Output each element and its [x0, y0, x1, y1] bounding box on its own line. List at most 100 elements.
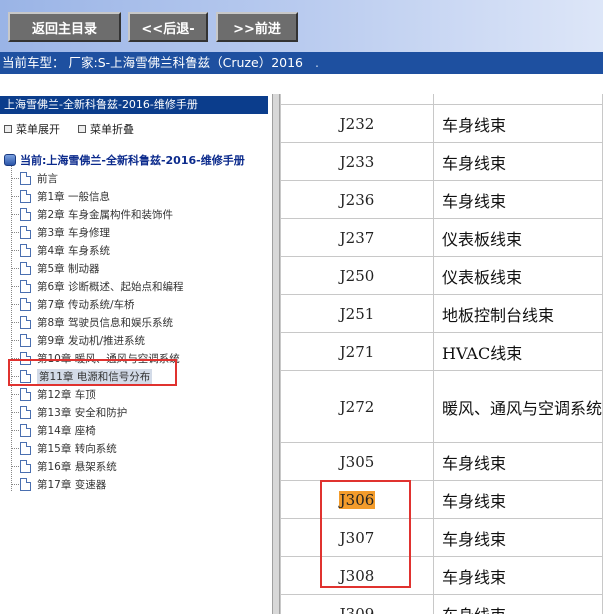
tree-item[interactable]: 第13章 安全和防护: [11, 404, 127, 421]
expand-icon: [4, 125, 12, 133]
collapse-menu-button[interactable]: 菜单折叠: [78, 121, 134, 137]
table-row: J251 地板控制台线束: [280, 294, 603, 333]
harness-description: 仪表板线束: [432, 256, 603, 295]
tree-branch-line: [11, 394, 19, 395]
tree-branch-line: [11, 358, 19, 359]
tree-item[interactable]: 前言: [11, 170, 58, 187]
table-row: J233 车身线束: [280, 142, 603, 181]
tree-item[interactable]: 第10章 暖风、通风与空调系统: [11, 350, 180, 367]
document-icon: [20, 370, 31, 383]
table-row: J271 HVAC线束: [280, 332, 603, 371]
connector-code: J232: [339, 114, 375, 133]
table-row: J250 仪表板线束: [280, 256, 603, 295]
connector-code: J271: [339, 342, 375, 361]
tree-item-label: 第3章 车身修理: [37, 227, 111, 239]
document-icon: [20, 190, 31, 203]
connector-code-cell: J232: [280, 104, 434, 143]
manual-tree-panel: 上海雪佛兰-全新科鲁兹-2016-维修手册 菜单展开 菜单折叠 当前:上海雪佛兰…: [0, 94, 272, 614]
harness-description: 车身线束: [432, 142, 603, 181]
panel-splitter[interactable]: [272, 94, 280, 614]
document-icon: [20, 334, 31, 347]
table-row: J307 车身线束: [280, 518, 603, 557]
document-icon: [20, 172, 31, 185]
tree-item[interactable]: 第12章 车顶: [11, 386, 96, 403]
tree-item[interactable]: 第2章 车身金属构件和装饰件: [11, 206, 173, 223]
table-row: [280, 94, 603, 105]
document-icon: [20, 244, 31, 257]
table-row: J237 仪表板线束: [280, 218, 603, 257]
tree-item-label: 第6章 诊断概述、起始点和编程: [37, 281, 184, 293]
vehicle-value: 厂家:S-上海雪佛兰科鲁兹（Cruze）2016: [68, 55, 304, 70]
document-icon: [20, 208, 31, 221]
tree-item[interactable]: 第11章 电源和信号分布: [11, 368, 153, 385]
tree-branch-line: [11, 196, 19, 197]
tree-item-label: 第17章 变速器: [37, 479, 107, 491]
tree-item-label: 第10章 暖风、通风与空调系统: [37, 353, 180, 365]
back-button[interactable]: <<后退-: [128, 12, 208, 42]
tree-item[interactable]: 第16章 悬架系统: [11, 458, 117, 475]
connector-code-cell: J236: [280, 180, 434, 219]
connector-table-panel: J232 车身线束 J233 车身线束 J236 车身线束 J237 仪表板线束 J250 仪表板…: [280, 94, 603, 614]
connector-code: J233: [339, 152, 375, 171]
tree-branch-line: [11, 214, 19, 215]
document-icon: [20, 226, 31, 239]
connector-code: J236: [339, 190, 375, 209]
tree-item[interactable]: 第17章 变速器: [11, 476, 106, 493]
tree-item[interactable]: 第4章 车身系统: [11, 242, 110, 259]
tree-item[interactable]: 第9章 发动机/推进系统: [11, 332, 145, 349]
tree-branch-line: [11, 178, 19, 179]
current-vehicle-bar: 当前车型： 厂家:S-上海雪佛兰科鲁兹（Cruze）2016 .: [0, 52, 603, 74]
tree-branch-line: [11, 286, 19, 287]
tree-branch-line: [11, 484, 19, 485]
tree-item[interactable]: 第3章 车身修理: [11, 224, 110, 241]
tree-branch-line: [11, 322, 19, 323]
harness-description: 车身线束: [432, 442, 603, 481]
harness-description: 暖风、通风与空调系统: [432, 370, 603, 443]
tree-item[interactable]: 第15章 转向系统: [11, 440, 117, 457]
harness-description: 车身线束: [432, 518, 603, 557]
tree-item[interactable]: 第6章 诊断概述、起始点和编程: [11, 278, 184, 295]
connector-code-cell: J308: [280, 556, 434, 595]
forward-button[interactable]: >>前进: [216, 12, 298, 42]
expand-menu-button[interactable]: 菜单展开: [4, 121, 60, 137]
table-row: J308 车身线束: [280, 556, 603, 595]
tree-item[interactable]: 第7章 传动系统/车桥: [11, 296, 135, 313]
tree-branch-line: [11, 250, 19, 251]
tree-branch-line: [11, 304, 19, 305]
tree-item-label: 第13章 安全和防护: [37, 407, 128, 419]
connector-code: J272: [339, 397, 375, 416]
tree-item-label: 第15章 转向系统: [37, 443, 117, 455]
connector-code: J305: [339, 452, 375, 471]
connector-code-cell: [280, 94, 434, 105]
table-row: J236 车身线束: [280, 180, 603, 219]
tree-item-label: 第7章 传动系统/车桥: [37, 299, 135, 311]
harness-description: 车身线束: [432, 480, 603, 519]
connector-code-cell: J309: [280, 594, 434, 614]
document-icon: [20, 478, 31, 491]
connector-code: J307: [339, 528, 375, 547]
document-icon: [20, 352, 31, 365]
back-to-menu-button[interactable]: 返回主目录: [8, 12, 121, 42]
document-icon: [20, 460, 31, 473]
tree-item-label: 第14章 座椅: [37, 425, 96, 437]
connector-code-cell: J271: [280, 332, 434, 371]
book-icon: [4, 154, 16, 166]
tree-item[interactable]: 第5章 制动器: [11, 260, 100, 277]
tree-item[interactable]: 第8章 驾驶员信息和娱乐系统: [11, 314, 173, 331]
tree-item-label: 第12章 车顶: [37, 389, 96, 401]
top-toolbar: 返回主目录 <<后退- >>前进: [0, 0, 603, 52]
table-row: J309 车身线束: [280, 594, 603, 614]
tree-item[interactable]: 第1章 一般信息: [11, 188, 110, 205]
document-icon: [20, 406, 31, 419]
tree-item-label: 第9章 发动机/推进系统: [37, 335, 146, 347]
table-row: J272 暖风、通风与空调系统: [280, 370, 603, 443]
tree-branch-line: [11, 412, 19, 413]
tree-root[interactable]: 当前:上海雪佛兰-全新科鲁兹-2016-维修手册: [4, 152, 245, 168]
tree-item[interactable]: 第14章 座椅: [11, 422, 96, 439]
connector-code: J309: [339, 604, 375, 614]
tree-item-label: 第1章 一般信息: [37, 191, 111, 203]
collapse-menu-label: 菜单折叠: [90, 123, 134, 136]
harness-description: 地板控制台线束: [432, 294, 603, 333]
document-icon: [20, 262, 31, 275]
table-row: J306 车身线束: [280, 480, 603, 519]
